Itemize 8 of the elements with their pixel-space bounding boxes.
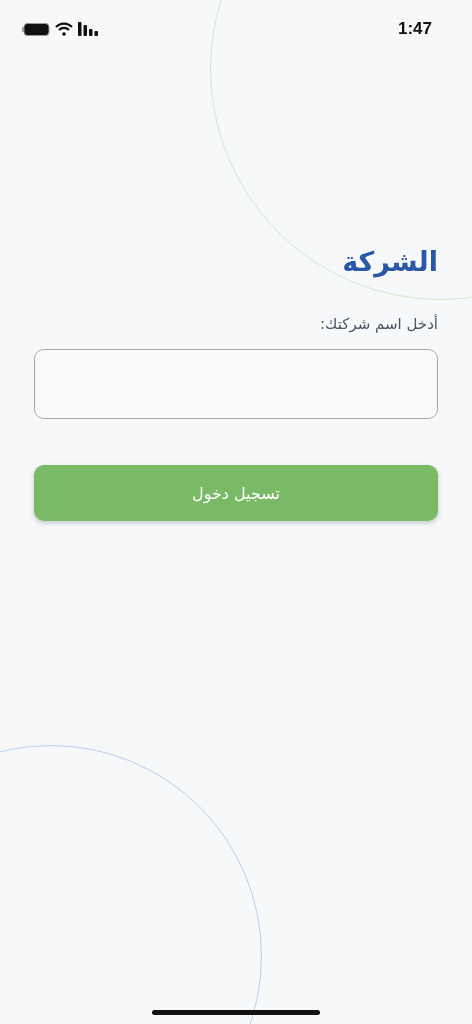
signal-icon [78, 22, 100, 36]
field-label: أدخل اسم شركتك: [320, 315, 438, 333]
company-name-field[interactable] [34, 349, 438, 419]
wifi-icon [55, 22, 73, 36]
login-button[interactable]: تسجيل دخول [34, 465, 438, 521]
status-time: 1:47 [397, 19, 432, 39]
page-title: الشركة [342, 246, 438, 277]
battery-icon [22, 22, 50, 36]
